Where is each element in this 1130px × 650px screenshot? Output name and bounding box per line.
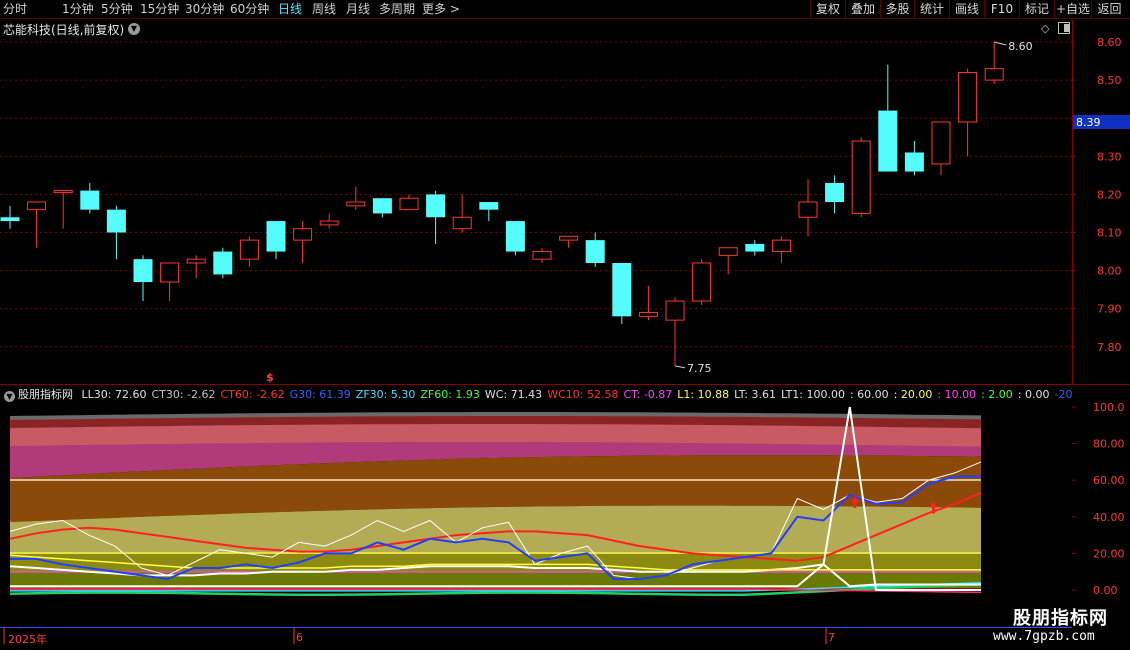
watermark-logo: 股朋指标网 (1013, 608, 1108, 629)
indicator-value-3: G30: 61.39 (289, 388, 351, 401)
indicator-value-16: : 0.00 (1017, 388, 1050, 401)
ind-axis-label: 100.0 (1093, 401, 1125, 414)
indicator-value-17: -20. (1054, 388, 1073, 401)
indicator-value-6: WC: 71.43 (484, 388, 543, 401)
indicator-value-10: LT: 3.61 (734, 388, 776, 401)
ind-axis-label: 0.00 (1093, 584, 1118, 597)
indicator-value-0: LL30: 72.60 (81, 388, 147, 401)
indicator-value-12: : 60.00 (849, 388, 889, 401)
ind-axis-label: 80.00 (1093, 438, 1125, 451)
indicator-menu-icon[interactable]: ▼ (4, 391, 15, 402)
indicator-value-5: ZF60: 1.93 (420, 388, 480, 401)
indicator-value-4: ZF30: 5.30 (355, 388, 416, 401)
ind-axis-label: 40.00 (1093, 511, 1125, 524)
indicator-panel[interactable]: 100.0 80.00 60.00 40.00 20.00 0.00 (0, 0, 1130, 650)
ind-axis-label: 20.00 (1093, 547, 1125, 560)
indicator-value-2: CT60: -2.62 (220, 388, 285, 401)
indicator-value-14: : 10.00 (937, 388, 977, 401)
indicator-value-11: LT1: 100.00 (780, 388, 845, 401)
indicator-name: 股朋指标网 (18, 388, 73, 401)
indicator-value-13: : 20.00 (893, 388, 933, 401)
ind-axis-label: 60.00 (1093, 474, 1125, 487)
date-label-1: 6 (296, 631, 303, 644)
date-label-0: 2025年 (8, 633, 47, 646)
indicator-value-15: : 2.00 (981, 388, 1013, 401)
indicator-value-7: WC10: 52.58 (547, 388, 619, 401)
indicator-value-8: CT: -0.87 (623, 388, 673, 401)
indicator-header: ▼ 股朋指标网 LL30: 72.60 CT30: -2.62 CT60: -2.62… (4, 386, 1072, 402)
date-label-2: 7 (828, 631, 835, 644)
indicator-value-1: CT30: -2.62 (151, 388, 216, 401)
indicator-value-9: L1: 10.88 (677, 388, 730, 401)
watermark-url: www.7gpzb.com (993, 629, 1095, 644)
